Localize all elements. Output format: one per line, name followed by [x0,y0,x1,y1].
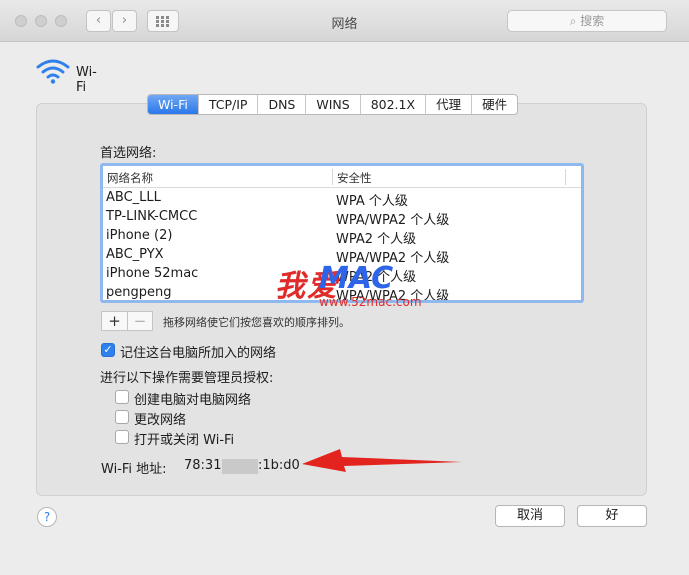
tab-proxy[interactable]: 代理 [426,95,473,114]
wifi-address-start: 78:31: [184,458,226,473]
watermark-url: www.52mac.com [319,295,422,309]
interface-name: Wi-Fi [76,65,97,95]
network-name: pengpeng [106,285,172,300]
change-network-checkbox[interactable] [115,410,129,424]
search-icon: ⌕ [569,14,577,28]
network-name: TP-LINK-CMCC [106,209,198,224]
tab-8021x[interactable]: 802.1X [361,95,427,114]
create-adhoc-label: 创建电脑对电脑网络 [134,393,252,408]
toggle-wifi-label: 打开或关闭 Wi-Fi [134,433,235,448]
create-adhoc-checkbox[interactable] [115,390,129,404]
wifi-address-end: :1b:d0 [258,458,300,473]
address-redaction [222,459,258,474]
red-arrow-annotation [302,449,462,472]
search-input[interactable]: ⌕ 搜索 [507,10,667,32]
wifi-address-label: Wi-Fi 地址: [101,462,167,477]
tab-wifi[interactable]: Wi-Fi [148,95,199,114]
network-name: iPhone (2) [106,228,173,243]
column-network-name[interactable]: 网络名称 [107,170,153,186]
search-placeholder: 搜索 [580,14,605,28]
remove-network-button[interactable]: − [127,312,152,330]
column-security[interactable]: 安全性 [337,170,372,186]
network-security: WPA/WPA2 个人级 [336,213,450,228]
add-remove-control: + − [101,311,153,331]
preferred-networks-title: 首选网络: [100,146,157,161]
network-window: ‹ › 网络 ⌕ 搜索 Wi-Fi Wi-Fi TCP/IP DNS WINS … [0,0,689,575]
toggle-wifi-checkbox[interactable] [115,430,129,444]
network-security: WPA2 个人级 [336,232,417,247]
network-row[interactable]: TP-LINK-CMCC WPA/WPA2 个人级 [103,208,581,228]
network-row[interactable]: ABC_LLL WPA 个人级 [103,189,581,209]
tab-wins[interactable]: WINS [306,95,361,114]
help-button[interactable]: ? [37,507,57,527]
network-name: iPhone 52mac [106,266,199,281]
remember-networks-label: 记住这台电脑所加入的网络 [120,346,277,361]
interface-header: Wi-Fi [36,58,97,95]
add-network-button[interactable]: + [102,312,127,330]
title-bar: ‹ › 网络 ⌕ 搜索 [0,0,689,42]
reorder-hint: 拖移网络使它们按您喜欢的顺序排列。 [163,316,350,329]
network-name: ABC_LLL [106,190,161,205]
tab-hardware[interactable]: 硬件 [472,95,517,114]
network-row[interactable]: iPhone (2) WPA2 个人级 [103,227,581,247]
column-divider [565,169,566,185]
ok-button[interactable]: 好 [577,505,647,527]
watermark-logo: 我爱 MAC www.52mac.com [275,261,422,313]
wifi-icon [36,59,70,84]
watermark-en: MAC [319,261,394,296]
tab-bar: Wi-Fi TCP/IP DNS WINS 802.1X 代理 硬件 [147,94,519,115]
network-security: WPA 个人级 [336,194,408,209]
list-header: 网络名称 安全性 [103,166,581,188]
change-network-label: 更改网络 [134,413,187,428]
admin-auth-title: 进行以下操作需要管理员授权: [100,371,274,386]
tab-dns[interactable]: DNS [258,95,307,114]
tab-tcpip[interactable]: TCP/IP [199,95,259,114]
column-divider [332,169,333,185]
remember-networks-checkbox[interactable]: ✓ [101,343,115,357]
cancel-button[interactable]: 取消 [495,505,565,527]
network-name: ABC_PYX [106,247,164,262]
